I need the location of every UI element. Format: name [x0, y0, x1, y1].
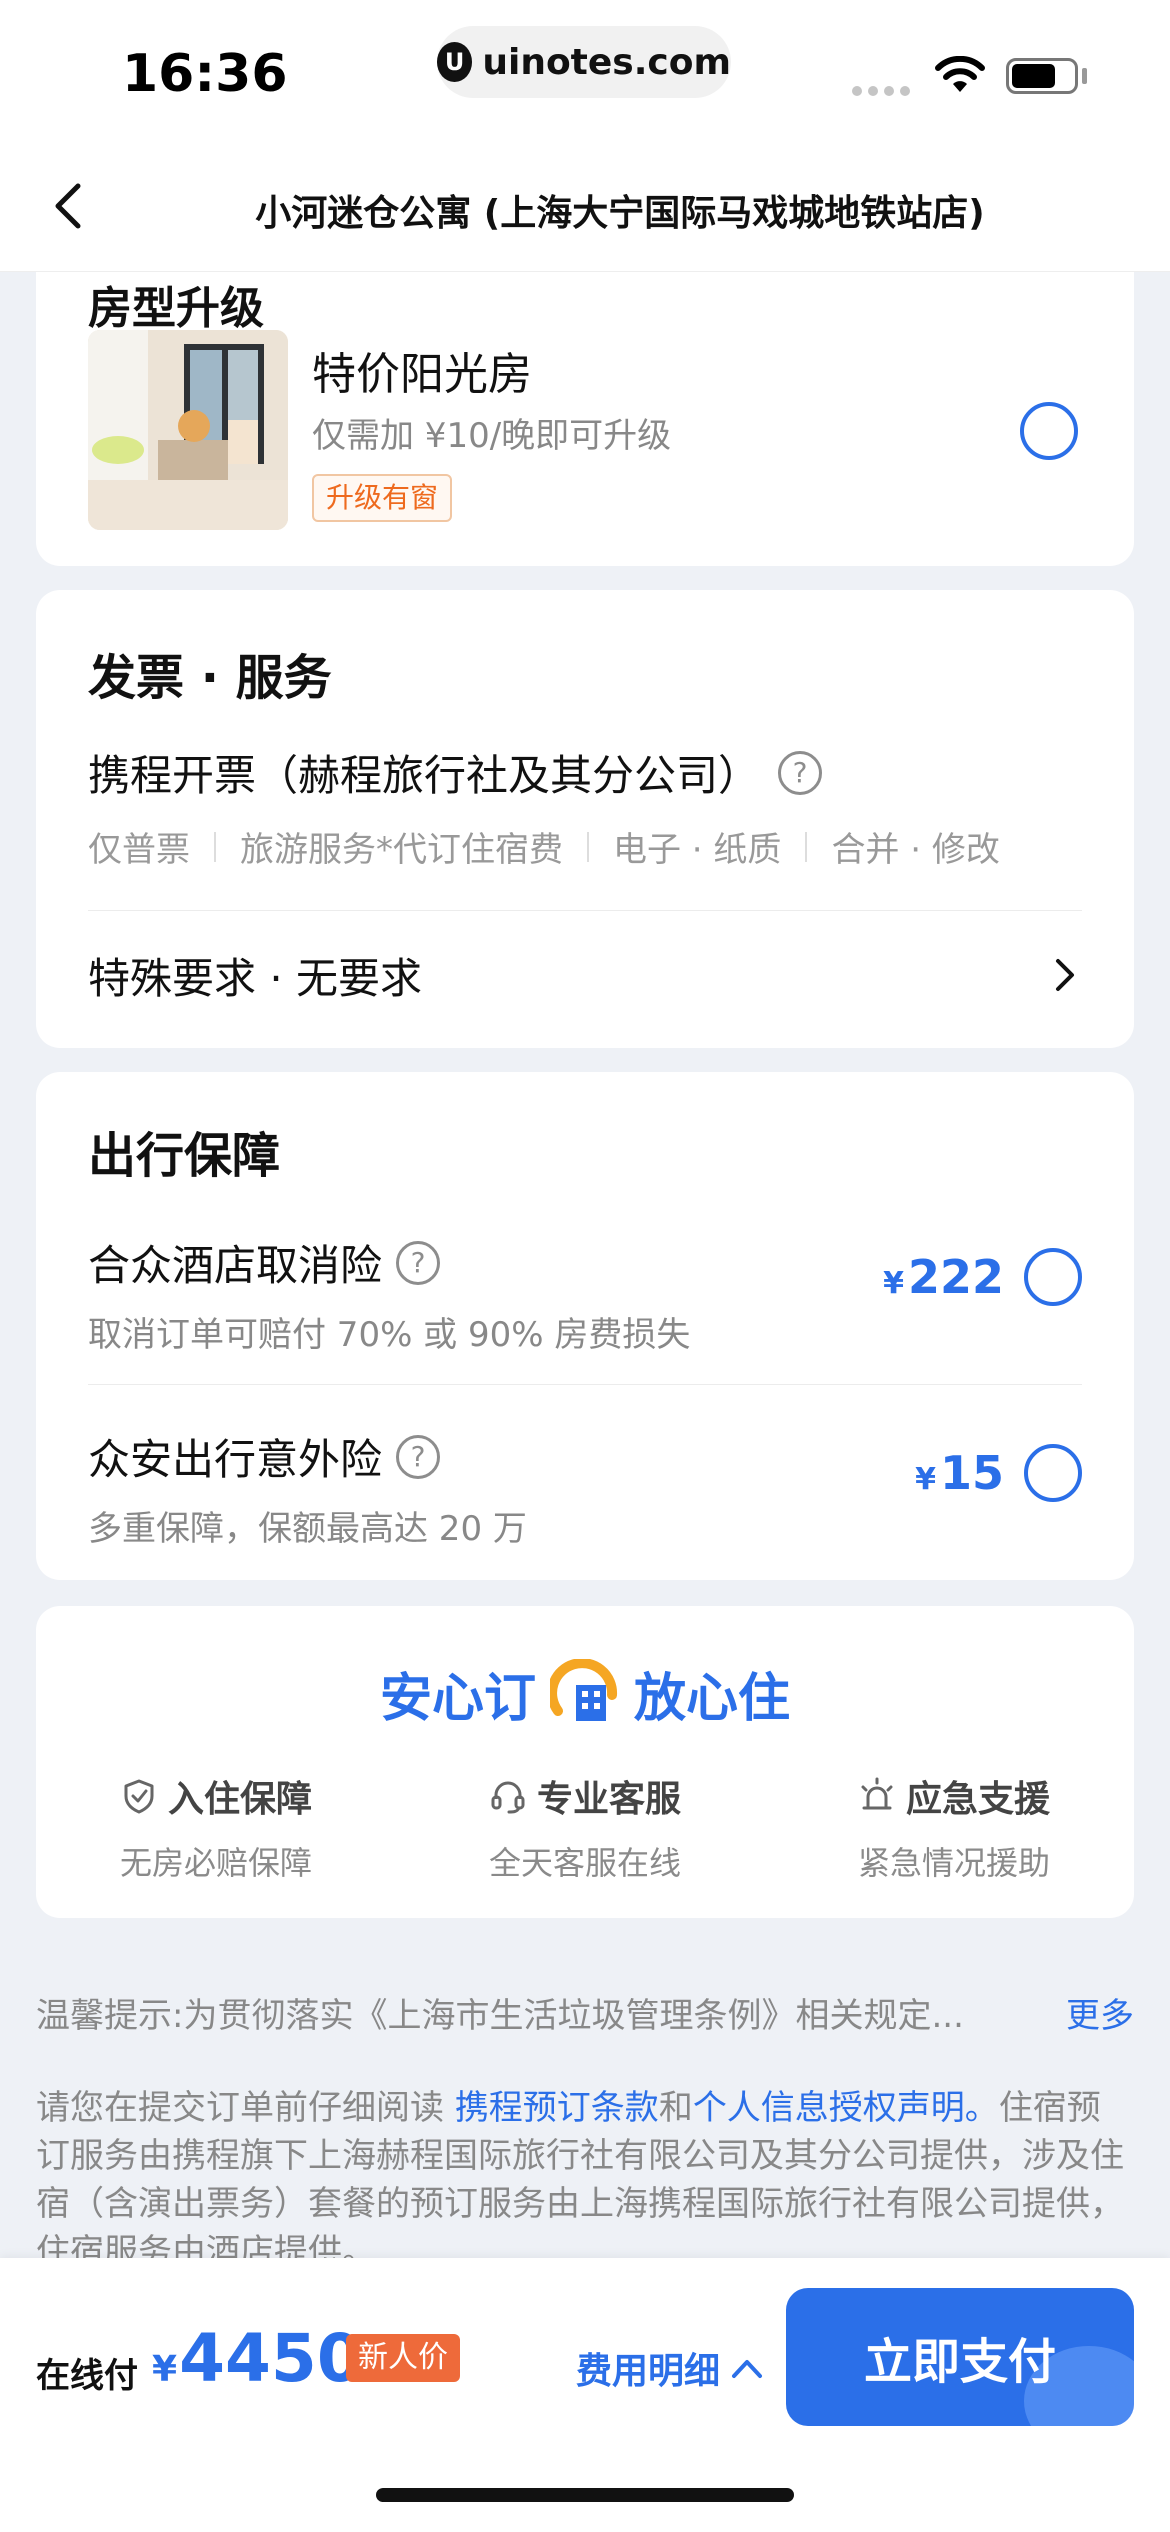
chevron-right-icon — [1056, 959, 1074, 991]
feature-desc: 全天客服在线 — [488, 1844, 681, 1882]
back-arrow-icon[interactable] — [40, 176, 100, 236]
terms-prefix: 请您在提交订单前仔细阅读 — [36, 2088, 455, 2128]
tip-text: 温馨提示:为贯彻落实《上海市生活垃圾管理条例》相关规定... — [36, 1996, 964, 2036]
section-divider — [88, 910, 1082, 911]
divider — [805, 831, 808, 862]
insurance-price: ¥15 — [915, 1446, 1004, 1500]
invoice-label: 携程开票（赫程旅行社及其分公司） — [88, 751, 761, 800]
assurance-logo-icon — [550, 1658, 618, 1721]
pay-button-label: 立即支付 — [863, 2336, 1056, 2389]
insurance-name: 众安出行意外险 — [88, 1435, 383, 1484]
alarm-light-icon — [861, 1777, 893, 1810]
currency-symbol: ¥ — [152, 2349, 178, 2390]
assurance-features: 入住保障 无房必赔保障 专业客服 全天客服在线 应急支援 紧急情况援助 — [66, 1770, 1104, 1884]
pay-now-button[interactable]: 立即支付 — [786, 2288, 1134, 2426]
insurance-price: ¥222 — [883, 1250, 1004, 1304]
insurance-item[interactable]: 合众酒店取消险 ? 取消订单可赔付 70% 或 90% 房费损失 ¥222 — [88, 1232, 1082, 1356]
feature-item: 入住保障 无房必赔保障 — [66, 1770, 366, 1884]
page-title: 小河迷仓公寓 (上海大宁国际马戏城地铁站店) — [255, 193, 985, 234]
insurance-name: 合众酒店取消险 — [88, 1241, 383, 1290]
status-bar: 16:36 U uinotes.com — [0, 0, 1170, 140]
insurance-desc: 取消订单可赔付 70% 或 90% 房费损失 — [88, 1315, 691, 1355]
help-icon[interactable]: ? — [778, 750, 823, 795]
wifi-icon — [935, 56, 985, 92]
invoice-tags: 仅普票 旅游服务*代订住宿费 电子 · 纸质 合并 · 修改 — [88, 822, 1000, 871]
special-requests-row[interactable]: 特殊要求 · 无要求 — [88, 940, 1082, 1010]
url-pill[interactable]: U uinotes.com — [437, 26, 731, 98]
fee-detail-toggle[interactable]: 费用明细 — [576, 2342, 764, 2394]
feature-item: 应急支援 紧急情况援助 — [804, 1770, 1104, 1884]
headset-icon — [491, 1781, 525, 1814]
room-photo — [88, 330, 288, 530]
privacy-statement-link[interactable]: 个人信息授权声明。 — [693, 2088, 999, 2128]
fee-detail-label: 费用明细 — [576, 2351, 721, 2392]
divider — [587, 831, 589, 862]
site-logo-icon: U — [437, 42, 473, 82]
feature-desc: 无房必赔保障 — [119, 1844, 312, 1882]
battery-icon — [1006, 58, 1078, 94]
insurance-radio[interactable] — [1024, 1444, 1082, 1502]
cellular-signal-icon — [852, 86, 910, 96]
section-divider — [88, 1384, 1082, 1385]
invoice-tag: 电子 · 纸质 — [613, 830, 782, 870]
invoice-tag: 旅游服务*代订住宿费 — [240, 830, 563, 870]
insurance-item[interactable]: 众安出行意外险 ? 多重保障，保额最高达 20 万 ¥15 — [88, 1426, 1082, 1550]
travel-insurance-card: 出行保障 合众酒店取消险 ? 取消订单可赔付 70% 或 90% 房费损失 ¥2… — [36, 1072, 1134, 1580]
booking-assurance-card: 安心订 放心住 入住保障 无房必赔保障 专业客服 全天客服在线 应急支援 紧急情… — [36, 1606, 1134, 1918]
room-name: 特价阳光房 — [312, 349, 532, 400]
battery-tip — [1082, 68, 1087, 84]
terms-notice: 请您在提交订单前仔细阅读 携程预订条款和个人信息授权声明。住宿预订服务由携程旗下… — [36, 2084, 1134, 2276]
insurance-desc: 多重保障，保额最高达 20 万 — [88, 1509, 527, 1549]
help-icon[interactable]: ? — [396, 1240, 441, 1285]
terms-mid: 和 — [658, 2088, 693, 2128]
feature-title: 应急支援 — [905, 1779, 1050, 1820]
invoice-service-card: 发票 · 服务 携程开票（赫程旅行社及其分公司） ? 仅普票 旅游服务*代订住宿… — [36, 590, 1134, 1048]
tip-row: 温馨提示:为贯彻落实《上海市生活垃圾管理条例》相关规定... 更多 — [36, 1988, 1134, 2037]
special-requests-label: 特殊要求 · 无要求 — [88, 953, 423, 1003]
invoice-title: 发票 · 服务 — [88, 650, 332, 706]
url-text: uinotes.com — [482, 41, 731, 83]
feature-item: 专业客服 全天客服在线 — [435, 1770, 735, 1884]
chevron-up-icon — [732, 2360, 763, 2378]
insurance-title: 出行保障 — [88, 1128, 281, 1184]
booking-terms-link[interactable]: 携程预订条款 — [455, 2088, 659, 2128]
assurance-left-text: 安心订 — [379, 1669, 536, 1729]
home-indicator — [376, 2488, 794, 2502]
amount-value: 4450 — [179, 2320, 363, 2397]
invoice-tag: 合并 · 修改 — [831, 830, 1000, 870]
total-amount: ¥ 4450 — [152, 2320, 363, 2397]
divider — [214, 831, 216, 862]
insurance-radio[interactable] — [1024, 1248, 1082, 1306]
feature-desc: 紧急情况援助 — [857, 1844, 1050, 1882]
shield-check-icon — [124, 1779, 154, 1814]
upgrade-heading: 房型升级 — [88, 283, 264, 334]
upgrade-tag: 升级有窗 — [312, 474, 453, 522]
upgrade-radio[interactable] — [1020, 402, 1078, 460]
assurance-right-text: 放心住 — [634, 1669, 791, 1729]
status-time: 16:36 — [122, 44, 288, 104]
room-upgrade-price: 仅需加 ¥10/晚即可升级 — [312, 416, 672, 456]
new-user-price-badge: 新人价 — [346, 2334, 460, 2382]
invoice-tag: 仅普票 — [88, 830, 190, 870]
feature-title: 专业客服 — [536, 1779, 681, 1820]
assurance-banner: 安心订 放心住 — [36, 1656, 1134, 1731]
pay-label: 在线付 — [36, 2356, 138, 2396]
invoice-option[interactable]: 携程开票（赫程旅行社及其分公司） ? — [88, 742, 823, 803]
help-icon[interactable]: ? — [396, 1434, 441, 1479]
nav-bar: 小河迷仓公寓 (上海大宁国际马戏城地铁站店) — [0, 140, 1170, 272]
tip-more-link[interactable]: 更多 — [1066, 1988, 1134, 2037]
feature-title: 入住保障 — [167, 1779, 312, 1820]
